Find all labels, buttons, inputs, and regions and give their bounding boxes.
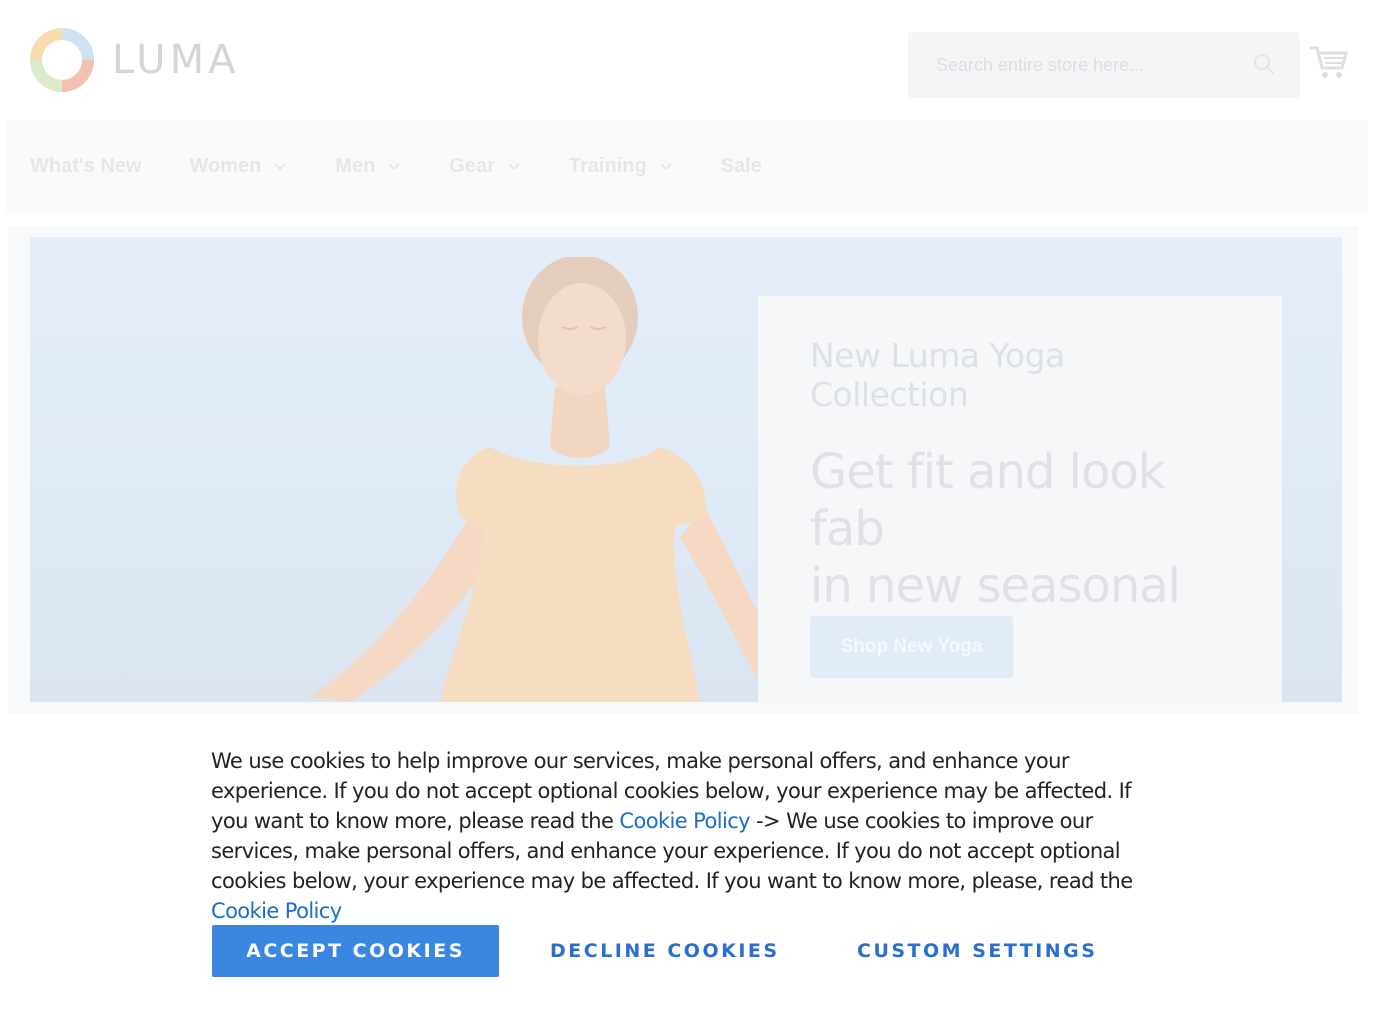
cookie-policy-link[interactable]: Cookie Policy <box>211 899 342 923</box>
decline-cookies-button[interactable]: DECLINE COOKIES <box>550 925 780 977</box>
nav-item-label: Sale <box>720 154 762 177</box>
logo[interactable]: LUMA <box>30 28 239 92</box>
nav-item-label: What's New <box>30 154 142 177</box>
nav-item-label: Women <box>189 154 262 177</box>
yoga-model-image <box>310 257 800 702</box>
hero-title-line: Get fit and look fab <box>810 444 1166 557</box>
search-input[interactable] <box>934 53 1238 77</box>
cart-icon[interactable] <box>1308 44 1348 80</box>
shop-new-yoga-button[interactable]: Shop New Yoga <box>810 616 1013 678</box>
cookie-message: We use cookies to help improve our servi… <box>211 746 1171 926</box>
site-header: LUMA <box>0 0 1375 118</box>
cookie-banner: We use cookies to help improve our servi… <box>0 714 1375 1013</box>
nav-item-gear[interactable]: Gear <box>449 155 521 178</box>
search-icon[interactable] <box>1252 52 1276 76</box>
nav-item-women[interactable]: Women <box>189 155 287 178</box>
hero-title-line: in new seasonal <box>810 558 1181 614</box>
nav-item-label: Men <box>335 154 376 177</box>
custom-settings-button[interactable]: CUSTOM SETTINGS <box>857 925 1097 977</box>
hero-subtitle: New Luma Yoga Collection <box>810 336 1065 414</box>
search-box <box>908 32 1300 98</box>
nav-item-label: Training <box>568 154 647 177</box>
main-nav: What's New Women Men Gear Training Sale <box>6 120 1368 212</box>
luma-logo-icon <box>30 28 94 92</box>
logo-text: LUMA <box>112 37 240 83</box>
nav-item-training[interactable]: Training <box>569 155 673 178</box>
chevron-down-icon <box>659 163 672 171</box>
chevron-down-icon <box>388 163 401 171</box>
nav-item-label: Gear <box>449 154 495 177</box>
nav-item-sale[interactable]: Sale <box>721 155 762 178</box>
page: LUMA What's New Women M <box>0 0 1375 1013</box>
hero-banner[interactable]: New Luma Yoga Collection Get fit and loo… <box>30 237 1342 702</box>
chevron-down-icon <box>274 163 287 171</box>
nav-item-whats-new[interactable]: What's New <box>30 155 141 178</box>
hero-card: New Luma Yoga Collection Get fit and loo… <box>758 296 1282 702</box>
nav-item-men[interactable]: Men <box>335 155 401 178</box>
accept-cookies-button[interactable]: ACCEPT COOKIES <box>212 925 499 977</box>
cookie-policy-link[interactable]: Cookie Policy <box>619 809 750 833</box>
chevron-down-icon <box>508 163 520 171</box>
